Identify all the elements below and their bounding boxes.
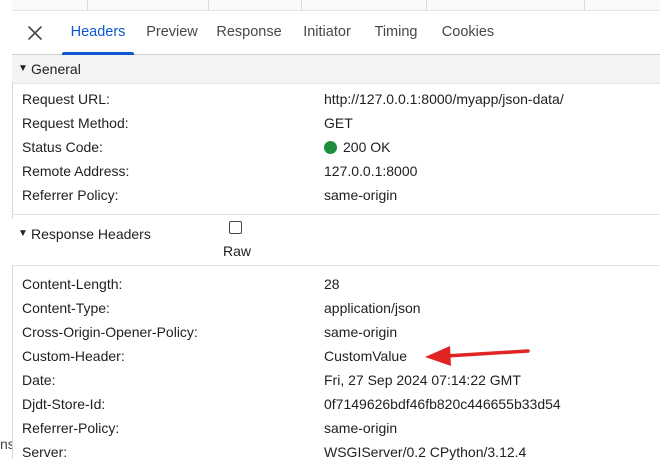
red-arrow-annotation [425, 346, 530, 366]
